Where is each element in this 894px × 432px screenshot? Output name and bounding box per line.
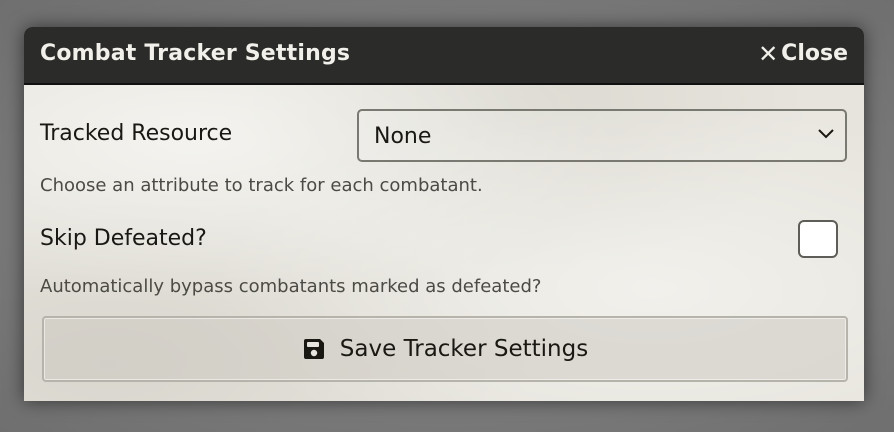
skip-defeated-checkbox[interactable]: [798, 220, 838, 258]
close-button[interactable]: ✕ Close: [758, 41, 848, 66]
skip-defeated-hint: Automatically bypass combatants marked a…: [40, 276, 542, 297]
save-button-label: Save Tracker Settings: [339, 336, 589, 362]
dialog-title: Combat Tracker Settings: [40, 41, 351, 66]
skip-defeated-label: Skip Defeated?: [40, 226, 207, 251]
combat-tracker-settings-dialog: Combat Tracker Settings ✕ Close Tracked …: [24, 27, 864, 401]
tracked-resource-value: None: [374, 124, 432, 149]
save-tracker-settings-button[interactable]: Save Tracker Settings: [42, 316, 848, 382]
tracked-resource-hint: Choose an attribute to track for each co…: [40, 175, 483, 196]
close-label: Close: [781, 41, 848, 66]
chevron-down-icon: [818, 129, 834, 139]
tracked-resource-label: Tracked Resource: [40, 121, 233, 146]
dialog-titlebar[interactable]: Combat Tracker Settings ✕ Close: [24, 27, 864, 85]
close-icon: ✕: [758, 39, 779, 68]
floppy-disk-icon: [303, 339, 324, 359]
tracked-resource-select[interactable]: None: [357, 109, 847, 162]
